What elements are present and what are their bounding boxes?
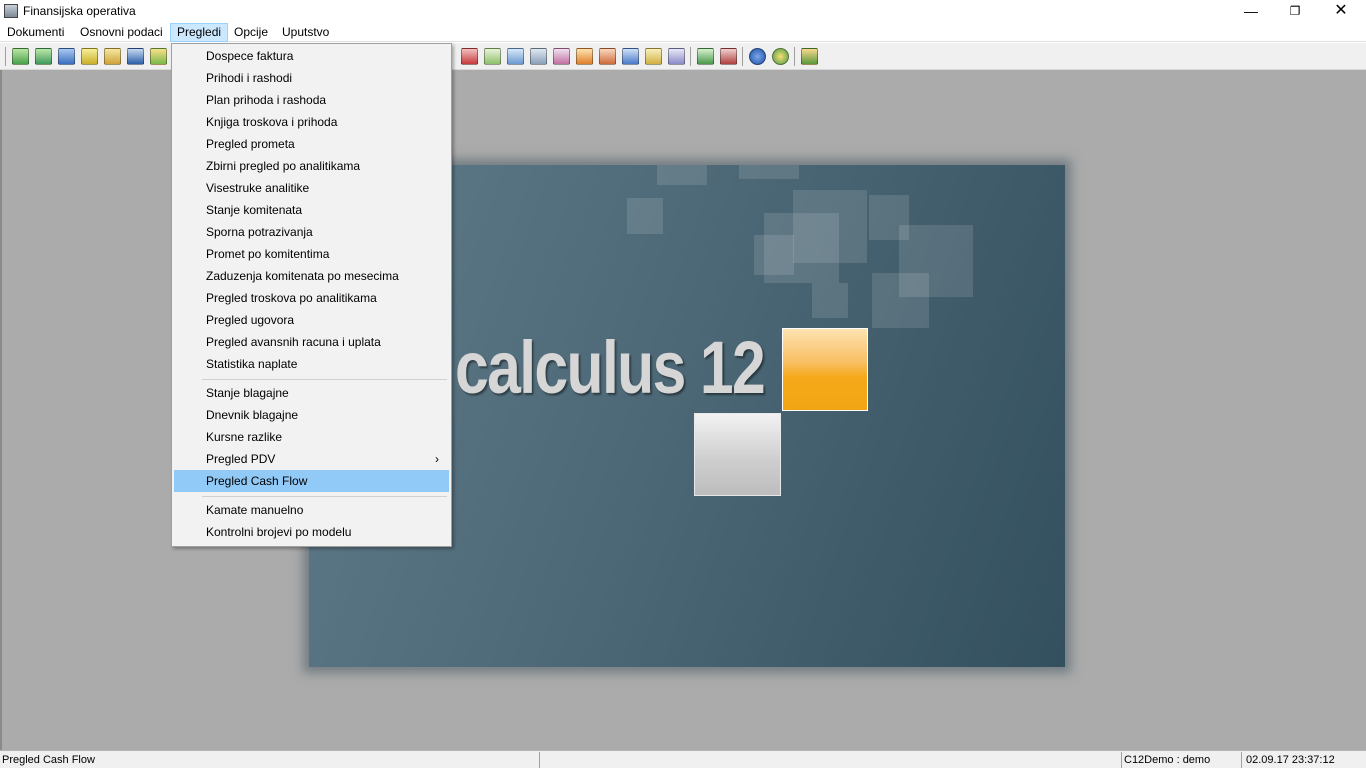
menu-item-stanje-blagajne[interactable]: Stanje blagajne (174, 382, 449, 404)
menu-item-promet-po-komitentima[interactable]: Promet po komitentima (174, 243, 449, 265)
logo-grey-square (694, 413, 781, 496)
decor-square (812, 283, 848, 318)
decor-square (872, 273, 929, 328)
toolbar-icon-14[interactable] (599, 48, 616, 65)
menu-item-kamate-manuelno[interactable]: Kamate manuelno (174, 499, 449, 521)
toolbar-icon-16[interactable] (645, 48, 662, 65)
logo-text: calculus 12 (455, 326, 766, 409)
menu-item-kontrolni-brojevi-po-modelu[interactable]: Kontrolni brojevi po modelu (174, 521, 449, 543)
decor-square (627, 198, 663, 234)
toolbar-separator (690, 47, 691, 66)
status-message: Pregled Cash Flow (0, 752, 540, 768)
menu-dokumenti[interactable]: Dokumenti (1, 23, 70, 42)
toolbar-icon-13[interactable] (576, 48, 593, 65)
window-title: Finansijska operativa (23, 4, 136, 18)
menu-pregledi[interactable]: Pregledi (170, 23, 229, 42)
menu-item-pregled-avansnih-racuna-i-uplata[interactable]: Pregled avansnih racuna i uplata (174, 331, 449, 353)
toolbar-icon-1[interactable] (12, 48, 29, 65)
menu-item-pregled-ugovora[interactable]: Pregled ugovora (174, 309, 449, 331)
submenu-arrow-icon: › (435, 452, 439, 466)
info-icon[interactable] (772, 48, 789, 65)
toolbar-separator (742, 47, 743, 66)
menu-item-visestruke-analitike[interactable]: Visestruke analitike (174, 177, 449, 199)
pregledi-dropdown-menu: Dospece faktura Prihodi i rashodi Plan p… (171, 43, 452, 547)
minimize-button[interactable]: — (1228, 0, 1274, 22)
toolbar-icon-12[interactable] (553, 48, 570, 65)
app-icon (4, 4, 18, 18)
menu-item-knjiga-troskova-i-prihoda[interactable]: Knjiga troskova i prihoda (174, 111, 449, 133)
toolbar-icon-3[interactable] (58, 48, 75, 65)
toolbar-icon-5[interactable] (104, 48, 121, 65)
close-button[interactable]: ✕ (1318, 0, 1364, 22)
menu-item-pregled-troskova-po-analitikama[interactable]: Pregled troskova po analitikama (174, 287, 449, 309)
toolbar-icon-10[interactable] (507, 48, 524, 65)
menu-item-plan-prihoda-i-rashoda[interactable]: Plan prihoda i rashoda (174, 89, 449, 111)
menu-item-kursne-razlike[interactable]: Kursne razlike (174, 426, 449, 448)
maximize-button[interactable]: ❐ (1272, 0, 1318, 22)
status-datetime: 02.09.17 23:37:12 (1246, 754, 1335, 766)
toolbar-icon-11[interactable] (530, 48, 547, 65)
status-user: C12Demo : demo (1122, 752, 1242, 768)
menu-bar: Dokumenti Osnovni podaci Pregledi Opcije… (0, 22, 1366, 42)
exit-icon[interactable] (801, 48, 818, 65)
decor-square (793, 190, 867, 263)
toolbar-icon-9[interactable] (484, 48, 501, 65)
decor-square (739, 165, 799, 179)
toolbar-separator (5, 47, 6, 66)
menu-item-dospece-faktura[interactable]: Dospece faktura (174, 45, 449, 67)
menu-osnovni-podaci[interactable]: Osnovni podaci (74, 23, 169, 42)
menu-item-pregled-cash-flow[interactable]: Pregled Cash Flow (174, 470, 449, 492)
toolbar-separator (794, 47, 795, 66)
toolbar-icon-15[interactable] (622, 48, 639, 65)
toolbar-icon-19[interactable] (720, 48, 737, 65)
toolbar-icon-7[interactable] (150, 48, 167, 65)
menu-item-pregled-pdv-label: Pregled PDV (206, 452, 276, 466)
menu-opcije[interactable]: Opcije (228, 23, 274, 42)
toolbar-icon-4[interactable] (81, 48, 98, 65)
menu-separator (202, 496, 447, 497)
menu-separator (202, 379, 447, 380)
help-icon[interactable] (749, 48, 766, 65)
menu-item-pregled-prometa[interactable]: Pregled prometa (174, 133, 449, 155)
decor-square (754, 235, 794, 275)
toolbar-icon-17[interactable] (668, 48, 685, 65)
toolbar-icon-8[interactable] (461, 48, 478, 65)
decor-square (657, 165, 707, 185)
title-bar: Finansijska operativa — ❐ ✕ (0, 0, 1366, 22)
logo-orange-square (782, 328, 868, 411)
menu-item-prihodi-i-rashodi[interactable]: Prihodi i rashodi (174, 67, 449, 89)
menu-item-pregled-pdv[interactable]: Pregled PDV › (174, 448, 449, 470)
menu-item-sporna-potrazivanja[interactable]: Sporna potrazivanja (174, 221, 449, 243)
menu-item-statistika-naplate[interactable]: Statistika naplate (174, 353, 449, 375)
status-bar: Pregled Cash Flow C12Demo : demo 02.09.1… (0, 750, 1366, 768)
toolbar-icon-18[interactable] (697, 48, 714, 65)
toolbar-icon-6[interactable] (127, 48, 144, 65)
menu-item-zaduzenja-komitenata-po-mesecima[interactable]: Zaduzenja komitenata po mesecima (174, 265, 449, 287)
menu-item-zbirni-pregled-po-analitikama[interactable]: Zbirni pregled po analitikama (174, 155, 449, 177)
menu-item-stanje-komitenata[interactable]: Stanje komitenata (174, 199, 449, 221)
toolbar-icon-2[interactable] (35, 48, 52, 65)
menu-uputstvo[interactable]: Uputstvo (276, 23, 335, 42)
menu-item-dnevnik-blagajne[interactable]: Dnevnik blagajne (174, 404, 449, 426)
status-empty-panel (540, 752, 1122, 768)
